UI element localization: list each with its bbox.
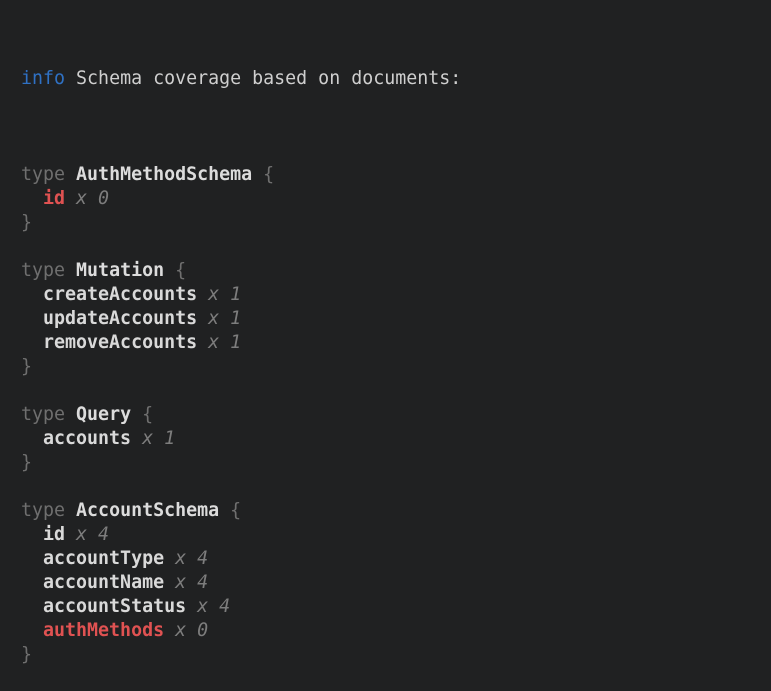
type-name: AuthMethodSchema <box>76 164 252 185</box>
type-keyword: type <box>21 260 65 281</box>
field-coverage-line: updateAccounts x 1 <box>21 307 761 331</box>
field-coverage-line: accountStatus x 4 <box>21 595 761 619</box>
close-brace-line: } <box>21 451 761 475</box>
type-block: type AuthMethodSchema { id x 0} <box>21 163 761 235</box>
close-brace-line: } <box>21 355 761 379</box>
type-declaration-line: type Query { <box>21 403 761 427</box>
type-block: type Mutation { createAccounts x 1 updat… <box>21 259 761 379</box>
type-declaration-line: type AccountSchema { <box>21 499 761 523</box>
field-name: accounts <box>43 428 131 449</box>
type-name: Query <box>76 404 131 425</box>
info-label: info <box>21 68 65 89</box>
close-brace-line: } <box>21 643 761 667</box>
field-name: createAccounts <box>43 284 197 305</box>
type-name: AccountSchema <box>76 500 219 521</box>
field-count: x 1 <box>208 308 241 329</box>
field-count: x 1 <box>208 284 241 305</box>
close-brace: } <box>21 212 32 233</box>
field-count: x 1 <box>208 332 241 353</box>
space <box>65 68 76 89</box>
field-name: authMethods <box>43 620 164 641</box>
type-block: type Query { accounts x 1} <box>21 403 761 475</box>
field-count: x 4 <box>76 524 109 545</box>
open-brace: { <box>263 164 274 185</box>
field-coverage-line: accounts x 1 <box>21 427 761 451</box>
terminal-output: info Schema coverage based on documents:… <box>0 0 771 576</box>
open-brace: { <box>230 500 241 521</box>
field-coverage-line: accountName x 4 <box>21 571 761 595</box>
field-coverage-line: id x 0 <box>21 187 761 211</box>
field-count: x 1 <box>142 428 175 449</box>
type-keyword: type <box>21 500 65 521</box>
coverage-header-text: Schema coverage based on documents: <box>76 68 461 89</box>
field-coverage-line: removeAccounts x 1 <box>21 331 761 355</box>
schema-blocks: type AuthMethodSchema { id x 0}type Muta… <box>21 163 761 667</box>
type-declaration-line: type Mutation { <box>21 259 761 283</box>
open-brace: { <box>175 260 186 281</box>
field-name: accountName <box>43 572 164 593</box>
field-count: x 4 <box>175 572 208 593</box>
field-count: x 4 <box>175 548 208 569</box>
field-coverage-line: accountType x 4 <box>21 547 761 571</box>
type-block: type AccountSchema { id x 4 accountType … <box>21 499 761 667</box>
field-coverage-line: createAccounts x 1 <box>21 283 761 307</box>
type-keyword: type <box>21 164 65 185</box>
type-declaration-line: type AuthMethodSchema { <box>21 163 761 187</box>
field-name: updateAccounts <box>43 308 197 329</box>
open-brace: { <box>142 404 153 425</box>
close-brace-line: } <box>21 211 761 235</box>
close-brace: } <box>21 356 32 377</box>
field-name: id <box>43 524 65 545</box>
type-keyword: type <box>21 404 65 425</box>
field-coverage-line: id x 4 <box>21 523 761 547</box>
field-coverage-line: authMethods x 0 <box>21 619 761 643</box>
field-count: x 0 <box>175 620 208 641</box>
type-name: Mutation <box>76 260 164 281</box>
close-brace: } <box>21 452 32 473</box>
field-name: removeAccounts <box>43 332 197 353</box>
close-brace: } <box>21 644 32 665</box>
field-count: x 0 <box>76 188 109 209</box>
field-name: id <box>43 188 65 209</box>
field-name: accountType <box>43 548 164 569</box>
field-name: accountStatus <box>43 596 186 617</box>
field-count: x 4 <box>197 596 230 617</box>
info-line: info Schema coverage based on documents: <box>21 67 761 91</box>
